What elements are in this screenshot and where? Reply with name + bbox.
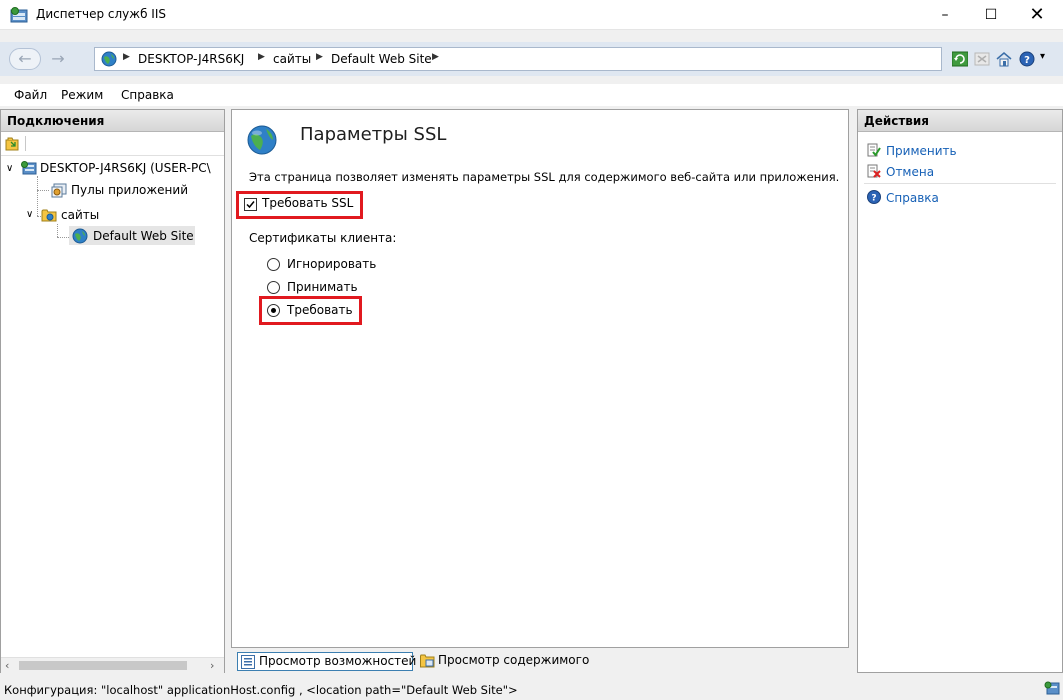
chevron-right-icon: ▶ [316, 52, 323, 62]
server-icon [21, 161, 37, 175]
features-view-icon [241, 655, 255, 669]
action-apply[interactable]: Применить [886, 144, 957, 158]
view-tabs: Просмотр возможностей Просмотр содержимо… [231, 648, 849, 673]
connections-header: Подключения [1, 110, 224, 132]
address-bar: ← → ▶ DESKTOP-J4RS6KJ ▶ сайты ▶ Default … [0, 42, 1063, 76]
tree-line [57, 237, 69, 238]
tree-line [37, 176, 38, 216]
tree-item-app-pools[interactable]: Пулы приложений [71, 183, 188, 197]
menu-help[interactable]: Справка [121, 88, 174, 102]
toolbar-separator [25, 136, 26, 151]
cancel-icon [867, 164, 881, 178]
tab-features-view[interactable]: Просмотр возможностей [237, 652, 416, 671]
title-bar: Диспетчер служб IIS – ☐ ✕ [0, 0, 1063, 30]
svg-text:?: ? [871, 194, 876, 204]
back-button[interactable]: ← [9, 48, 41, 70]
main-panel: Параметры SSL Эта страница позволяет изм… [231, 109, 849, 648]
globe-icon [101, 51, 117, 67]
chevron-right-icon: ▶ [123, 52, 130, 62]
server-status-icon [1044, 681, 1060, 695]
tab-content-view[interactable]: Просмотр содержимого [417, 652, 589, 671]
minimize-button[interactable]: – [922, 0, 968, 30]
chevron-down-icon[interactable]: ∨ [26, 209, 33, 220]
status-bar: Конфигурация: "localhost" applicationHos… [0, 678, 1063, 700]
radio-require[interactable] [267, 304, 280, 317]
apply-icon [867, 143, 881, 157]
help-icon: ? [867, 190, 881, 204]
stop-icon[interactable] [974, 51, 990, 67]
app-pool-icon [51, 183, 67, 198]
breadcrumb-sites[interactable]: сайты [273, 52, 311, 66]
tree-item-server[interactable]: DESKTOP-J4RS6KJ (USER-PC\ [40, 161, 211, 175]
status-text: Конфигурация: "localhost" applicationHos… [4, 683, 518, 697]
radio-ignore[interactable] [267, 258, 280, 271]
ssl-globe-icon [247, 125, 277, 155]
connections-toolbar [1, 132, 224, 156]
client-certs-label: Сертификаты клиента: [249, 231, 397, 245]
sites-folder-icon [41, 209, 57, 222]
connections-tree: ∨ DESKTOP-J4RS6KJ (USER-PC\ Пулы приложе… [1, 158, 224, 656]
action-help[interactable]: Справка [886, 191, 939, 205]
window-title: Диспетчер служб IIS [36, 7, 166, 21]
menu-bar: Файл Режим Справка [0, 84, 1063, 106]
scroll-left-icon[interactable]: ‹ [5, 659, 9, 672]
maximize-button[interactable]: ☐ [968, 0, 1014, 30]
menu-view[interactable]: Режим [61, 88, 103, 102]
radio-ignore-label[interactable]: Игнорировать [287, 257, 376, 271]
chevron-down-icon[interactable]: ∨ [6, 163, 13, 174]
breadcrumb-server[interactable]: DESKTOP-J4RS6KJ [138, 52, 244, 66]
tree-line [37, 190, 49, 191]
require-ssl-checkbox[interactable] [244, 198, 257, 211]
dropdown-arrow-icon[interactable]: ▾ [1040, 51, 1045, 62]
content-view-icon [420, 654, 435, 668]
help-icon[interactable]: ? [1019, 51, 1035, 67]
forward-button[interactable]: → [48, 50, 68, 68]
actions-separator [864, 183, 1056, 184]
page-title: Параметры SSL [300, 124, 447, 145]
actions-panel: Действия Применить Отмена ? Справка [857, 109, 1063, 673]
scroll-thumb[interactable] [19, 661, 187, 670]
page-description: Эта страница позволяет изменять параметр… [249, 170, 840, 184]
tree-item-sites[interactable]: сайты [61, 208, 99, 222]
close-button[interactable]: ✕ [1014, 0, 1060, 30]
globe-icon [72, 228, 88, 244]
horizontal-scrollbar[interactable]: ‹ › [1, 657, 224, 673]
tree-item-default-web-site[interactable]: Default Web Site [93, 229, 194, 243]
scroll-right-icon[interactable]: › [210, 659, 214, 672]
actions-header: Действия [858, 110, 1062, 132]
radio-require-label[interactable]: Требовать [287, 303, 353, 317]
breadcrumb[interactable]: ▶ DESKTOP-J4RS6KJ ▶ сайты ▶ Default Web … [94, 47, 942, 71]
tab-content-label[interactable]: Просмотр содержимого [438, 653, 589, 667]
refresh-icon[interactable] [952, 51, 968, 67]
require-ssl-label[interactable]: Требовать SSL [262, 196, 353, 210]
tab-features-label[interactable]: Просмотр возможностей [259, 654, 416, 668]
iis-app-icon [10, 7, 28, 23]
connect-icon[interactable] [5, 137, 19, 151]
breadcrumb-default-site[interactable]: Default Web Site [331, 52, 432, 66]
chevron-right-icon: ▶ [432, 52, 439, 62]
checkmark-icon [246, 201, 255, 209]
home-icon[interactable] [996, 51, 1012, 67]
tree-line [57, 224, 58, 237]
svg-text:?: ? [1024, 55, 1030, 66]
action-cancel[interactable]: Отмена [886, 165, 934, 179]
chevron-right-icon: ▶ [258, 52, 265, 62]
connections-panel: Подключения ∨ DESKTOP-J4RS6KJ (USER-PC\ [0, 109, 225, 673]
menu-file[interactable]: Файл [14, 88, 47, 102]
radio-accept-label[interactable]: Принимать [287, 280, 358, 294]
radio-accept[interactable] [267, 281, 280, 294]
